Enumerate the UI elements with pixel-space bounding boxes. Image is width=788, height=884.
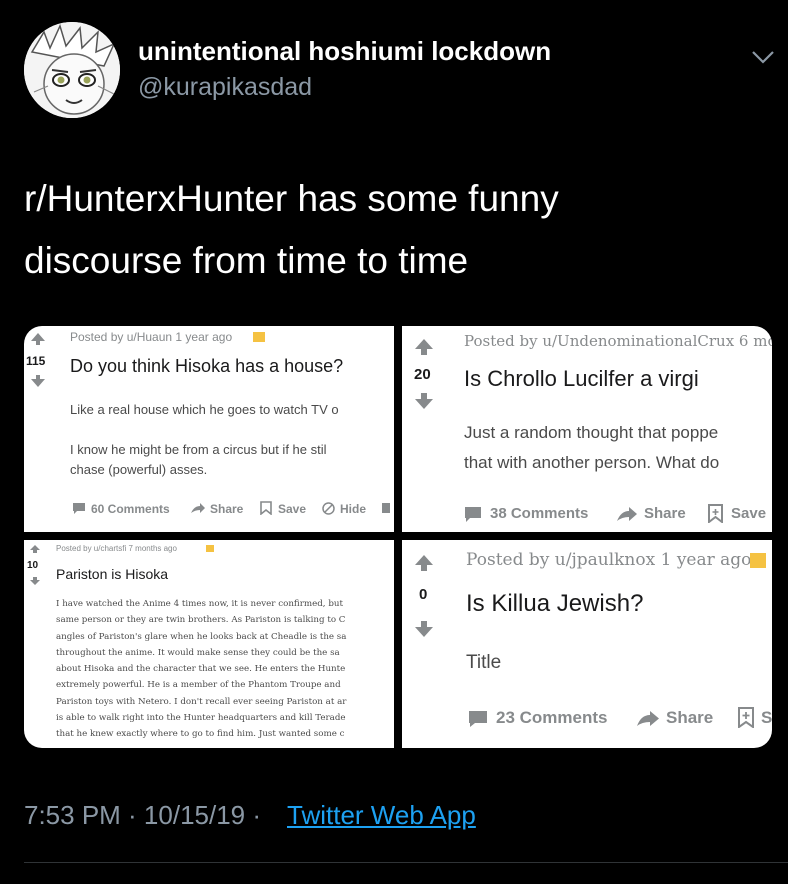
save-button[interactable]: S bbox=[761, 708, 772, 728]
post-body-line: I have watched the Anime 4 times now, it… bbox=[56, 599, 343, 609]
media-image-1[interactable]: 115 Posted by u/Huaun 1 year ago Do you … bbox=[24, 326, 394, 532]
tweet-text-line: discourse from time to time bbox=[24, 240, 469, 281]
post-title[interactable]: Do you think Hisoka has a house? bbox=[70, 356, 343, 377]
post-body-line: about Hisoka and the character that we s… bbox=[56, 664, 346, 675]
comment-icon bbox=[73, 503, 85, 514]
share-button[interactable]: Share bbox=[644, 505, 686, 522]
save-icon bbox=[260, 501, 272, 515]
tweet-text: r/HunterxHunter has some funny discourse… bbox=[24, 168, 764, 292]
upvote-icon bbox=[415, 555, 433, 571]
avatar-illustration bbox=[24, 22, 120, 118]
post-title[interactable]: Pariston is Hisoka bbox=[56, 566, 168, 582]
post-body-line: angles of Pariston's glare when he looks… bbox=[56, 631, 347, 642]
comments-button[interactable]: 23 Comments bbox=[496, 708, 607, 728]
comments-button[interactable]: 38 Comments bbox=[490, 505, 588, 522]
downvote-icon bbox=[30, 577, 40, 585]
save-icon bbox=[708, 504, 723, 523]
display-name[interactable]: unintentional hoshiumi lockdown bbox=[138, 36, 551, 67]
upvote-icon bbox=[30, 545, 40, 553]
hide-button[interactable]: Hide bbox=[340, 502, 366, 516]
post-body-line: that with another person. What do bbox=[464, 453, 720, 472]
downvote-icon bbox=[415, 393, 433, 409]
comment-icon bbox=[469, 711, 487, 727]
source-link[interactable]: Twitter Web App bbox=[287, 800, 476, 831]
media-image-4[interactable]: 0 Posted by u/jpaulknox 1 year ago Is Ki… bbox=[402, 540, 772, 748]
post-body-line: chase (powerful) asses. bbox=[70, 462, 208, 477]
save-button[interactable]: Save bbox=[278, 502, 306, 516]
post-title[interactable]: Is Killua Jewish? bbox=[466, 590, 643, 618]
tweet-text-line: r/HunterxHunter has some funny bbox=[24, 178, 559, 219]
media-image-2[interactable]: 20 Posted by u/UndenominationalCrux 6 mo… bbox=[402, 326, 772, 532]
post-body: I have watched the Anime 4 times now, it… bbox=[56, 596, 346, 743]
vote-count: 115 bbox=[26, 354, 46, 368]
post-body-line: is able to walk right into the Hunter he… bbox=[56, 713, 346, 724]
tweet-timestamp[interactable]: 7:53 PM · 10/15/19 · bbox=[24, 800, 261, 831]
post-body-line: Title bbox=[466, 652, 502, 673]
post-body-line: that he knew exactly where to go to find… bbox=[56, 729, 345, 740]
comments-button[interactable]: 60 Comments bbox=[91, 502, 170, 516]
award-icon bbox=[750, 553, 766, 568]
vote-count: 20 bbox=[414, 366, 431, 383]
upvote-icon bbox=[31, 333, 45, 345]
hide-icon bbox=[322, 502, 335, 515]
share-icon bbox=[617, 507, 637, 521]
post-body-line: extremely powerful. He is a member of th… bbox=[56, 680, 341, 691]
vote-count: 10 bbox=[27, 560, 39, 571]
divider bbox=[24, 862, 788, 863]
user-handle[interactable]: @kurapikasdad bbox=[138, 73, 312, 102]
downvote-icon bbox=[31, 375, 45, 387]
post-meta: Posted by u/chartsfi 7 months ago bbox=[56, 544, 177, 553]
save-button[interactable]: Save bbox=[731, 505, 766, 522]
media-image-3[interactable]: 10 Posted by u/chartsfi 7 months ago Par… bbox=[24, 540, 394, 748]
upvote-icon bbox=[415, 339, 433, 355]
post-title[interactable]: Is Chrollo Lucilfer a virgi bbox=[464, 366, 699, 392]
post-meta: Posted by u/UndenominationalCrux 6 mo bbox=[464, 332, 772, 350]
save-icon bbox=[738, 707, 754, 728]
share-button[interactable]: Share bbox=[666, 708, 713, 728]
post-meta: Posted by u/Huaun 1 year ago bbox=[70, 330, 233, 344]
tweet-media-grid[interactable]: 115 Posted by u/Huaun 1 year ago Do you … bbox=[24, 326, 772, 748]
award-icon bbox=[253, 332, 265, 342]
downvote-icon bbox=[415, 621, 433, 637]
post-body-line: throughout the anime. It would make sens… bbox=[56, 647, 340, 658]
share-button[interactable]: Share bbox=[210, 502, 243, 516]
award-icon bbox=[206, 545, 214, 552]
vote-count: 0 bbox=[419, 586, 428, 603]
profile-avatar[interactable] bbox=[24, 22, 120, 118]
post-body-line: Just a random thought that poppe bbox=[464, 423, 719, 442]
post-body-line: same person or they are twin brothers. A… bbox=[56, 615, 346, 626]
post-body-line: I know he might be from a circus but if … bbox=[70, 442, 327, 457]
share-icon bbox=[191, 503, 205, 513]
chevron-down-icon[interactable] bbox=[748, 42, 778, 72]
post-meta: Posted by u/jpaulknox 1 year ago bbox=[466, 550, 752, 570]
post-body-line: Pariston toys with Netero. I don't recal… bbox=[56, 696, 347, 707]
report-icon bbox=[382, 503, 390, 513]
comment-icon bbox=[465, 507, 481, 522]
share-icon bbox=[637, 711, 659, 726]
post-body-line: Like a real house which he goes to watch… bbox=[70, 402, 339, 417]
